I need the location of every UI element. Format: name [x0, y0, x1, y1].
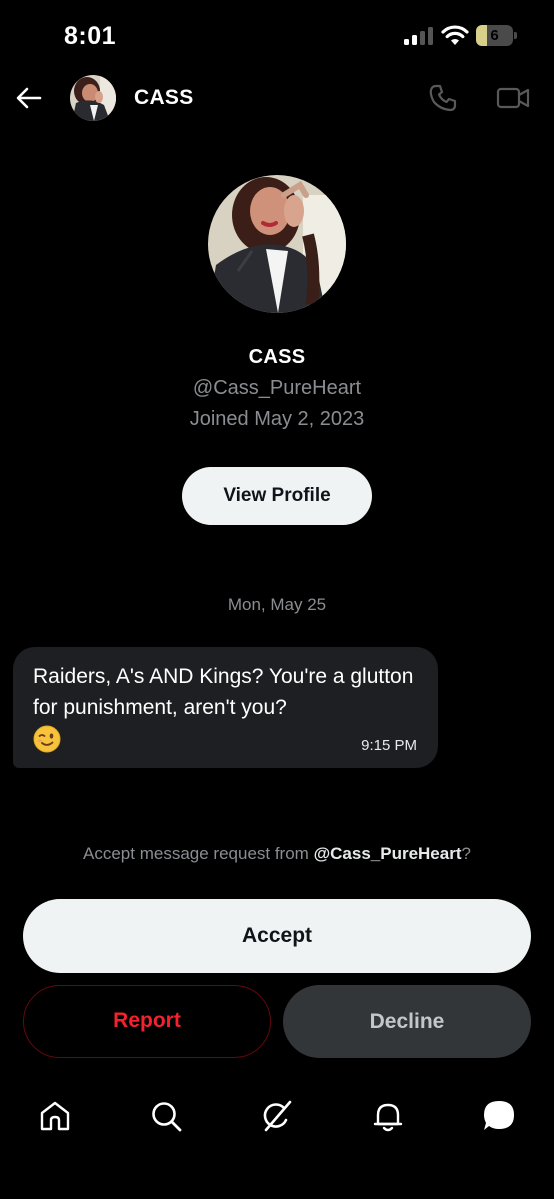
back-arrow-icon[interactable] — [14, 83, 44, 113]
avatar-photo — [70, 75, 116, 121]
home-icon[interactable] — [37, 1098, 73, 1134]
message-timestamp: 9:15 PM — [361, 737, 417, 754]
notifications-icon[interactable] — [370, 1098, 406, 1134]
profile-handle: @Cass_PureHeart — [192, 377, 362, 399]
battery-icon: 6 — [476, 25, 518, 47]
message-bubble[interactable]: Raiders, A's AND Kings? You're a glutton… — [13, 647, 438, 768]
phone-icon[interactable] — [428, 83, 458, 113]
header-avatar[interactable] — [70, 75, 116, 121]
date-divider: Mon, May 25 — [227, 595, 327, 614]
accept-button[interactable]: Accept — [23, 899, 531, 973]
cellular-signal-icon — [404, 27, 433, 45]
search-icon[interactable] — [148, 1098, 184, 1134]
status-time: 8:01 — [64, 22, 117, 50]
report-button[interactable]: Report — [23, 985, 271, 1058]
request-prompt-handle: @Cass_PureHeart — [313, 844, 462, 863]
bottom-navigation — [0, 1084, 554, 1148]
video-camera-icon[interactable] — [496, 84, 530, 112]
battery-body: 6 — [476, 25, 513, 46]
conversation-header: CASS — [0, 70, 554, 128]
battery-nub — [514, 32, 517, 39]
message-request-prompt: Accept message request from @Cass_PureHe… — [0, 844, 554, 864]
grok-icon[interactable] — [259, 1098, 295, 1134]
profile-name: CASS — [248, 346, 306, 368]
wifi-icon — [441, 25, 469, 45]
decline-button[interactable]: Decline — [283, 985, 531, 1058]
request-prompt-prefix: Accept message request from — [83, 844, 314, 863]
view-profile-button[interactable]: View Profile — [182, 467, 372, 525]
request-prompt-suffix: ? — [461, 844, 471, 863]
battery-level: 6 — [490, 27, 499, 44]
profile-avatar[interactable] — [208, 175, 346, 313]
messages-icon[interactable] — [481, 1098, 517, 1134]
winking-face-emoji — [33, 725, 61, 753]
profile-photo — [208, 175, 346, 313]
status-bar: 8:01 6 — [0, 0, 554, 70]
message-text: Raiders, A's AND Kings? You're a glutton… — [33, 665, 414, 719]
profile-joined-date: Joined May 2, 2023 — [189, 408, 365, 430]
header-title: CASS — [134, 86, 194, 109]
